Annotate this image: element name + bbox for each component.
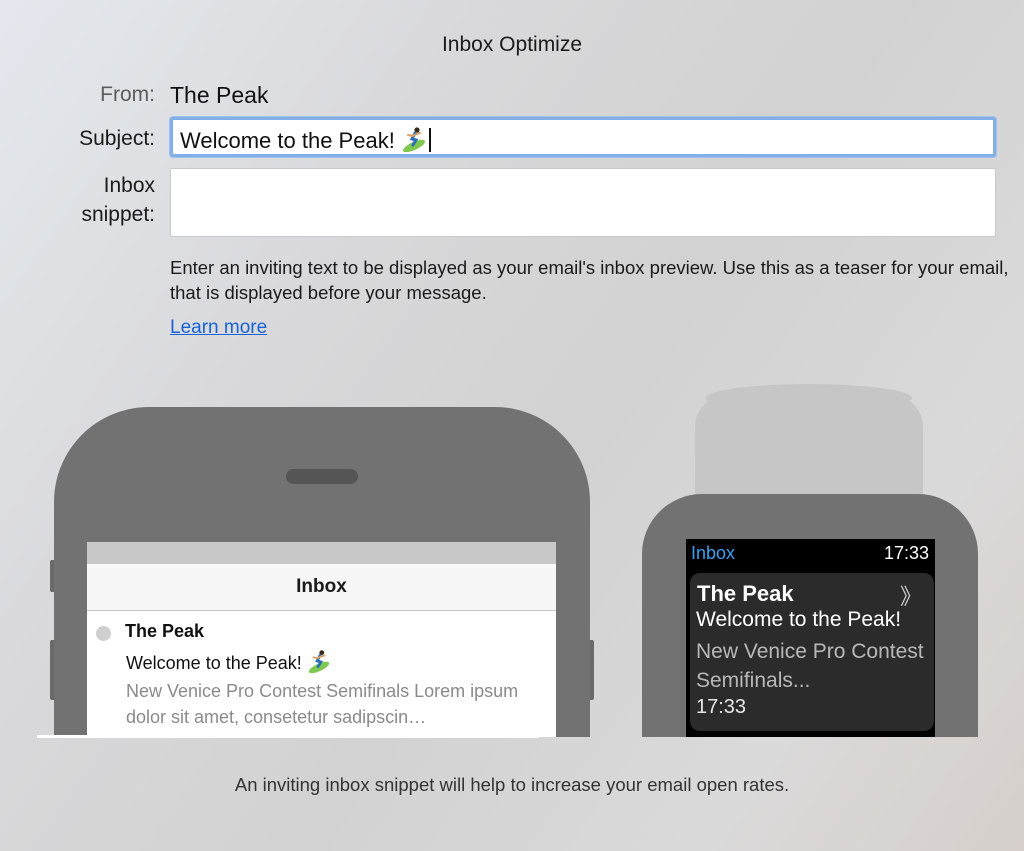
watch-message-subject: Welcome to the Peak! [696,608,902,631]
help-text: Enter an inviting text to be displayed a… [170,257,1009,303]
phone-message-preview: New Venice Pro Contest Semifinals Lorem … [126,681,519,727]
watch-message-preview: New Venice Pro Contest Semifinals... [696,640,924,692]
unread-dot-icon [96,626,111,641]
subject-input[interactable]: Welcome to the Peak! [170,117,996,157]
phone-message-subject: Welcome to the Peak! [126,649,331,678]
divider [37,735,539,738]
watch-message-time: 17:33 [696,696,747,718]
phone-message-sender: The Peak [125,621,205,641]
window-title: Inbox Optimize [441,33,583,56]
phone-screen: Inbox The Peak Welcome to the Peak! New … [87,542,556,737]
inbox-snippet-input[interactable] [170,168,996,237]
surfer-icon [401,126,427,154]
watch-message-card: The Peak 》 Welcome to the Peak! New Veni… [690,573,934,731]
text-caret [428,128,431,152]
watch-inbox-label: Inbox [691,543,736,563]
from-label: From: [100,83,155,106]
snippet-label-line1: Inbox [103,174,155,197]
snippet-label-line2: snippet: [81,203,155,226]
watch-clock: 17:33 [883,543,929,563]
watch-message-sender: The Peak [697,581,794,606]
surfer-icon [307,649,331,678]
phone-status-bar [87,542,556,564]
snippet-label: Inbox snippet: [81,171,155,229]
learn-more-link[interactable]: Learn more [170,317,267,339]
footer-text: An inviting inbox snippet will help to i… [234,774,790,795]
phone-message-subject-text: Welcome to the Peak! [126,653,302,673]
subject-label: Subject: [79,127,155,150]
phone-inbox-title: Inbox [296,576,347,597]
phone-nav-bar: Inbox [87,564,556,611]
phone-speaker [286,469,358,484]
from-value: The Peak [170,82,269,108]
subject-input-text: Welcome to the Peak! [180,128,395,153]
chevron-right-icon: 》 [899,584,922,609]
watch-screen: Inbox 17:33 The Peak 》 Welcome to the Pe… [686,539,935,737]
